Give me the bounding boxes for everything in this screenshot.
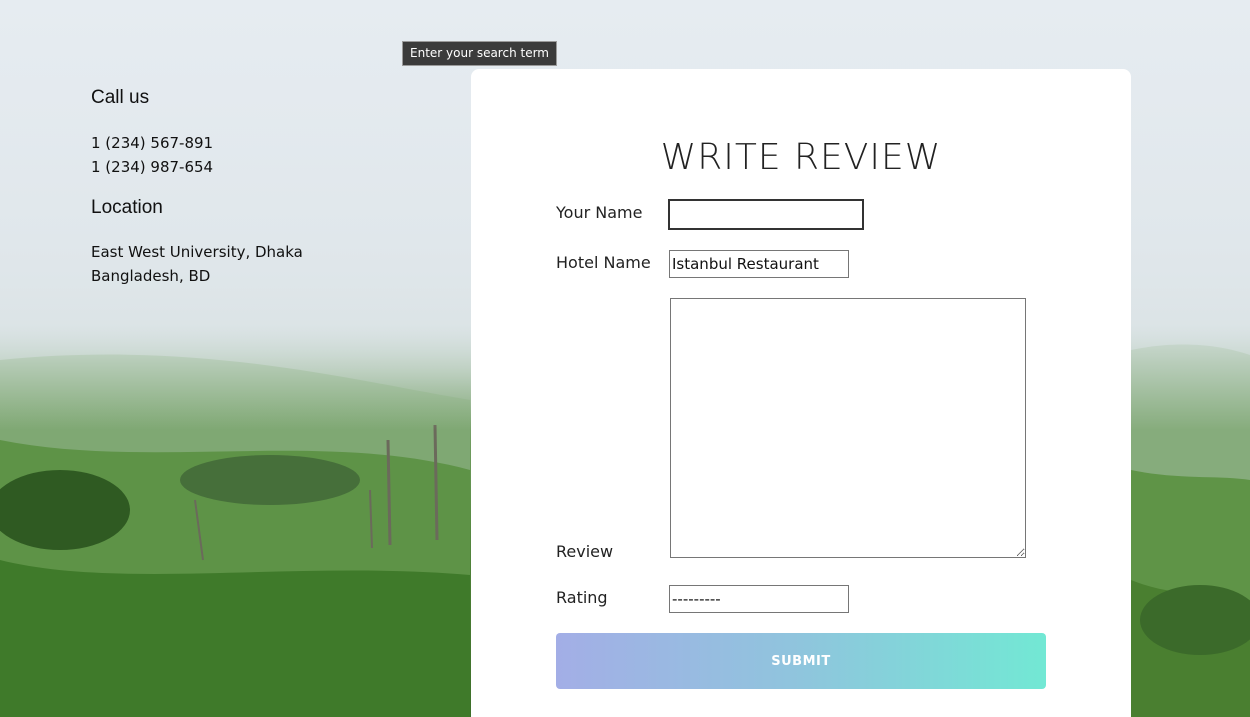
address-line-2: Bangladesh, BD <box>91 267 211 285</box>
rating-select[interactable] <box>669 585 849 613</box>
hotel-name-input[interactable] <box>669 250 849 278</box>
your-name-label: Your Name <box>556 203 643 222</box>
rating-label: Rating <box>556 588 608 607</box>
review-form-card: WRITE REVIEW Your Name Hotel Name Review… <box>471 69 1131 717</box>
location-heading: Location <box>91 197 163 218</box>
phone-number-1: 1 (234) 567-891 <box>91 134 214 152</box>
hotel-name-label: Hotel Name <box>556 253 651 272</box>
review-textarea[interactable] <box>670 298 1026 558</box>
search-tooltip: Enter your search term <box>402 41 557 66</box>
your-name-input[interactable] <box>668 199 864 230</box>
call-us-heading: Call us <box>91 87 150 108</box>
address-line-1: East West University, Dhaka <box>91 243 303 261</box>
phone-number-2: 1 (234) 987-654 <box>91 158 214 176</box>
form-title: WRITE REVIEW <box>660 137 942 178</box>
review-label: Review <box>556 542 614 561</box>
submit-button[interactable]: SUBMIT <box>556 633 1046 689</box>
